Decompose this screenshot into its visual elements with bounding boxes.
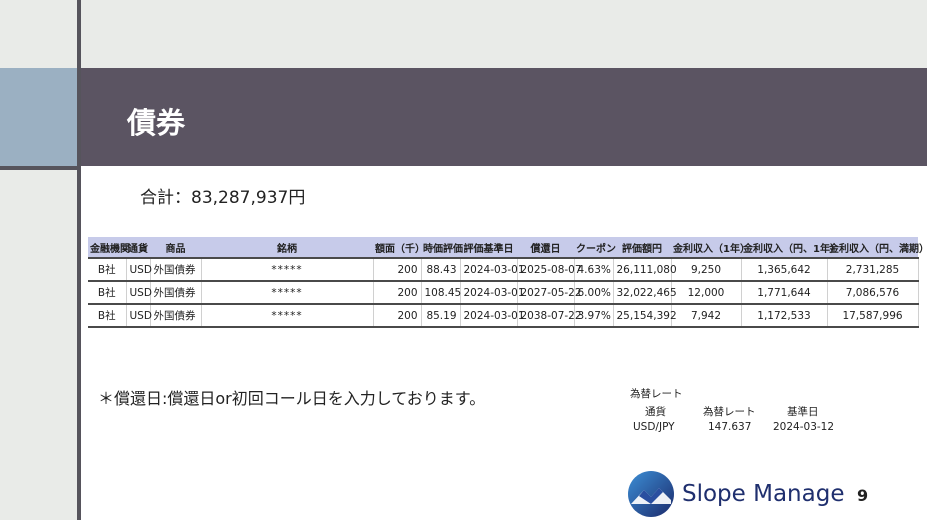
fx-currency-pair: USD/JPY (633, 421, 675, 433)
cell-coupon: 6.00% (574, 281, 614, 304)
cell-interest-1y: 12,000 (671, 281, 742, 304)
col-header: 金融機関 (88, 237, 130, 258)
brand-name: Slope Manage (682, 481, 845, 507)
cell-coupon: 3.97% (574, 304, 614, 327)
cell-face-value: 200 (373, 258, 422, 281)
cell-interest-jpy-1y: 1,365,642 (741, 258, 828, 281)
col-header: 金利収入（1年） (671, 237, 750, 258)
cell-interest-1y: 9,250 (671, 258, 742, 281)
fx-title: 為替レート (630, 388, 683, 400)
total-amount: 合計：83,287,937円 (140, 188, 306, 208)
col-header: 金利収入（円、1年） (741, 237, 840, 258)
cell-interest-jpy-1y: 1,172,533 (741, 304, 828, 327)
cell-valuation-date: 2024-03-01 (460, 304, 525, 327)
fx-header-rate: 為替レート (703, 406, 756, 418)
fx-rate-value: 147.637 (708, 421, 752, 433)
divider (0, 166, 77, 170)
cell-interest-jpy-1y: 1,771,644 (741, 281, 828, 304)
cell-interest-jpy-maturity: 2,731,285 (827, 258, 919, 281)
cell-interest-1y: 7,942 (671, 304, 742, 327)
cell-market-price: 108.45 (421, 281, 461, 304)
cell-maturity-date: 2025-08-07 (517, 258, 582, 281)
table-row: B社 USD 外国債券 ***** 200 85.19 2024-03-01 2… (88, 304, 919, 327)
cell-institution: B社 (88, 281, 127, 304)
cell-market-price: 88.43 (421, 258, 461, 281)
col-header: 金利収入（円、満期） (827, 237, 927, 258)
cell-face-value: 200 (373, 304, 422, 327)
col-header: 商品 (150, 237, 201, 258)
cell-face-value: 200 (373, 281, 422, 304)
col-header: 償還日 (517, 237, 574, 258)
fx-base-date: 2024-03-12 (773, 421, 835, 433)
fx-header-currency: 通貨 (645, 406, 666, 418)
page-number: 9 (857, 486, 869, 505)
col-header: 銘柄 (201, 237, 373, 258)
cell-interest-jpy-maturity: 17,587,996 (827, 304, 919, 327)
cell-valuation-jpy: 26,111,080 (613, 258, 677, 281)
col-header: 評価額円 (613, 237, 671, 258)
cell-maturity-date: 2027-05-22 (517, 281, 582, 304)
cell-issue-name: ***** (201, 281, 374, 304)
col-header: クーポン (574, 237, 616, 258)
cell-valuation-jpy: 32,022,465 (613, 281, 677, 304)
col-header: 時価評価 (421, 237, 463, 258)
col-header: 通貨 (126, 237, 150, 258)
cell-currency: USD (126, 281, 152, 304)
page-title: 債券 (127, 106, 186, 140)
accent-block (0, 68, 77, 166)
cell-currency: USD (126, 304, 152, 327)
table-header-row: 金融機関 通貨 商品 銘柄 額面（千） 時価評価 評価基準日 償還日 クーポン … (88, 237, 927, 258)
cell-valuation-date: 2024-03-01 (460, 281, 525, 304)
maturity-note: ＊償還日:償還日or初回コール日を入力しております。 (98, 389, 486, 408)
cell-issue-name: ***** (201, 258, 374, 281)
cell-valuation-date: 2024-03-01 (460, 258, 525, 281)
cell-valuation-jpy: 25,154,392 (613, 304, 677, 327)
cell-currency: USD (126, 258, 152, 281)
col-header: 額面（千） (373, 237, 425, 258)
cell-coupon: 4.63% (574, 258, 614, 281)
cell-institution: B社 (88, 304, 127, 327)
cell-market-price: 85.19 (421, 304, 461, 327)
table-row: B社 USD 外国債券 ***** 200 88.43 2024-03-01 2… (88, 258, 919, 281)
cell-product: 外国債券 (150, 258, 202, 281)
cell-maturity-date: 2038-07-22 (517, 304, 582, 327)
cell-interest-jpy-maturity: 7,086,576 (827, 281, 919, 304)
col-header: 評価基準日 (460, 237, 517, 258)
table-row: B社 USD 外国債券 ***** 200 108.45 2024-03-01 … (88, 281, 919, 304)
cell-issue-name: ***** (201, 304, 374, 327)
cell-institution: B社 (88, 258, 127, 281)
vertical-divider (77, 0, 81, 520)
fx-header-date: 基準日 (787, 406, 819, 418)
cell-product: 外国債券 (150, 304, 202, 327)
mountain-logo-icon (628, 471, 674, 517)
bond-table: 金融機関 通貨 商品 銘柄 額面（千） 時価評価 評価基準日 償還日 クーポン … (88, 237, 927, 328)
top-band (81, 0, 927, 68)
cell-product: 外国債券 (150, 281, 202, 304)
